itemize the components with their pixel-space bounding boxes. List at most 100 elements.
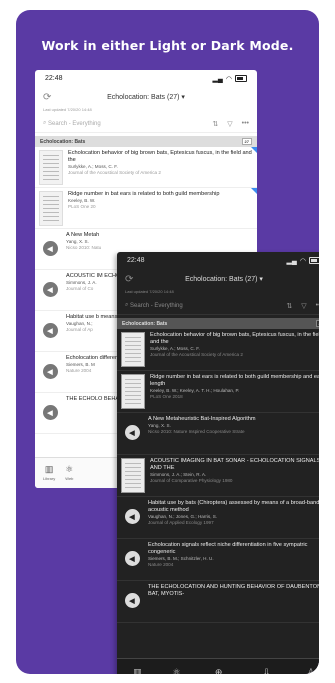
last-updated: Last updated 7/20/20 14:48 xyxy=(43,107,92,112)
item-text: Echolocation signals reflect niche diffe… xyxy=(148,542,319,577)
status-icons: ▂▄ ◠ xyxy=(213,75,247,83)
signal-icon: ▂▄ xyxy=(212,75,223,83)
pdf-icon: ◀ xyxy=(121,500,143,533)
pdf-icon: ◀ xyxy=(39,396,61,429)
item-title: Ridge number in bat ears is related to b… xyxy=(68,191,220,197)
nav-bar: ⟳ Echolocation: Bats (27) ▾ xyxy=(117,269,319,289)
item-title: Echolocation behavior of big brown bats,… xyxy=(150,332,319,345)
headline: Work in either Light or Dark Mode. xyxy=(41,38,294,53)
wifi-icon: ◠ xyxy=(225,75,232,83)
search-input[interactable]: Search - Everything xyxy=(130,303,183,309)
filter-icon[interactable]: ▽ xyxy=(301,302,306,310)
item-text: Echolocation behavior of big brown bats,… xyxy=(150,332,319,367)
collection-title[interactable]: Echolocation: Bats (27) ▾ xyxy=(35,93,257,101)
pdf-logo-icon: ◀ xyxy=(124,425,140,440)
toolbar: ⇅ ▽ ••• xyxy=(212,120,249,128)
more-icon[interactable]: ••• xyxy=(316,302,319,310)
search-input[interactable]: Search - Everything xyxy=(48,121,101,127)
item-text: ACOUSTIC IMAGING IN BAT SONAR - ECHOLOCA… xyxy=(150,458,319,493)
item-title: Echolocation signals reflect niche diffe… xyxy=(148,542,308,555)
item-text: Habitat use by bats (Chiroptera) assesse… xyxy=(148,500,319,535)
toolbar: ⇅ ▽ ••• xyxy=(286,302,319,310)
list-item[interactable]: ◀ THE ECHOLOCATION AND HUNTING BEHAVIOR O… xyxy=(117,581,319,623)
item-text: A New Metaheuristic Bat-Inspired Algorit… xyxy=(148,416,319,451)
tab-profile[interactable]: ♙Profile xyxy=(305,668,316,675)
tab-library[interactable]: ▥ Library xyxy=(43,458,55,488)
pdf-icon: ◀ xyxy=(39,232,61,265)
wifi-icon: ◠ xyxy=(299,257,306,265)
pdf-logo-icon: ◀ xyxy=(42,323,58,338)
tab-label: Library xyxy=(43,476,56,481)
unread-marker-icon xyxy=(251,147,257,153)
more-icon[interactable]: ••• xyxy=(242,120,249,128)
pdf-logo-icon: ◀ xyxy=(124,551,140,566)
item-journal: Nicso 2010: Nature Inspired Cooperative … xyxy=(148,429,245,434)
filter-icon[interactable]: ▽ xyxy=(227,120,232,128)
dark-mode-screen: 22:48 ▂▄ ◠ ⟳ Echolocation: Bats (27) ▾ L… xyxy=(117,252,319,674)
item-journal: Journal of the Acoustical Society of Ame… xyxy=(68,170,161,175)
item-journal: Journal of Comparative Physiology 1980 xyxy=(150,478,233,483)
list-item[interactable]: ◀ A New Metaheuristic Bat-Inspired Algori… xyxy=(117,413,319,455)
item-journal: Journal of Applied Ecology 1997 xyxy=(148,520,214,525)
unread-marker-icon xyxy=(251,188,257,194)
tab-library[interactable]: ▥Library xyxy=(131,668,143,675)
reference-icon: ⊕ xyxy=(214,667,223,675)
count-badge: 27 xyxy=(315,320,319,327)
item-title: Echolocation behavior of big brown bats,… xyxy=(68,150,252,163)
pdf-logo-icon: ◀ xyxy=(42,364,58,379)
item-journal: Nicso 2010: Natu xyxy=(66,245,102,250)
item-journal: PLoS One 20 xyxy=(68,204,96,209)
section-header: Echolocation: Bats 27 xyxy=(35,136,257,147)
pdf-icon: ◀ xyxy=(39,314,61,347)
downloads-icon: ⇩ xyxy=(262,667,271,675)
search-bar[interactable]: ⌕ Search - Everything ⇅ ▽ ••• xyxy=(35,115,257,133)
item-text: Ridge number in bat ears is related to b… xyxy=(150,374,319,409)
item-journal: Journal of the Acoustical Society of Ame… xyxy=(150,352,243,357)
item-title: A New Metaheuristic Bat-Inspired Algorit… xyxy=(148,416,256,422)
battery-icon xyxy=(235,75,247,82)
promo-card: Work in either Light or Dark Mode. 22:48… xyxy=(16,10,319,674)
status-time: 22:48 xyxy=(45,75,63,82)
sort-icon[interactable]: ⇅ xyxy=(212,120,218,128)
sort-icon[interactable]: ⇅ xyxy=(286,302,292,310)
pdf-icon: ◀ xyxy=(121,584,143,617)
list-item[interactable]: Ridge number in bat ears is related to b… xyxy=(35,188,257,229)
web-icon: ⚛ xyxy=(65,464,74,474)
item-title: Habitat use by bats (Chiroptera) assesse… xyxy=(148,500,319,513)
item-journal: Nature 2004 xyxy=(148,562,174,567)
list-item[interactable]: Echolocation behavior of big brown bats,… xyxy=(117,329,319,371)
nav-bar: ⟳ Echolocation: Bats (27) ▾ xyxy=(35,87,257,107)
item-text: THE ECHOLOCATION AND HUNTING BEHAVIOR OF… xyxy=(148,584,319,619)
pdf-logo-icon: ◀ xyxy=(42,282,58,297)
status-time: 22:48 xyxy=(127,257,145,264)
list-item[interactable]: ACOUSTIC IMAGING IN BAT SONAR - ECHOLOCA… xyxy=(117,455,319,497)
document-thumbnail xyxy=(121,332,145,367)
item-title: Ridge number in bat ears is related to b… xyxy=(150,374,319,387)
list-item[interactable]: ◀ Echolocation signals reflect niche diff… xyxy=(117,539,319,581)
pdf-icon: ◀ xyxy=(39,355,61,388)
item-journal: PLoS One 2018 xyxy=(150,394,183,399)
battery-icon xyxy=(309,257,319,264)
item-title: THE ECHOLOCATION AND HUNTING BEHAVIOR OF… xyxy=(148,584,319,597)
section-header: Echolocation: Bats 27 xyxy=(117,318,319,329)
tab-web[interactable]: ⚛Web xyxy=(172,667,181,675)
document-thumbnail xyxy=(121,458,145,493)
tab-reference[interactable]: ⊕Reference xyxy=(209,667,227,675)
list-item[interactable]: Echolocation behavior of big brown bats,… xyxy=(35,147,257,188)
pdf-logo-icon: ◀ xyxy=(124,593,140,608)
pdf-logo-icon: ◀ xyxy=(42,405,58,420)
tab-downloads[interactable]: ⇩Downloads xyxy=(257,667,277,675)
library-icon: ▥ xyxy=(44,464,54,474)
status-bar: 22:48 ▂▄ ◠ xyxy=(35,70,257,87)
search-bar[interactable]: ⌕ Search - Everything ⇅ ▽ ••• xyxy=(117,297,319,315)
document-thumbnail xyxy=(39,191,63,226)
collection-title[interactable]: Echolocation: Bats (27) ▾ xyxy=(117,275,319,283)
list-item[interactable]: ◀ Habitat use by bats (Chiroptera) assess… xyxy=(117,497,319,539)
signal-icon: ▂▄ xyxy=(286,257,297,265)
pdf-logo-icon: ◀ xyxy=(42,241,58,256)
web-icon: ⚛ xyxy=(172,667,181,675)
list-item[interactable]: Ridge number in bat ears is related to b… xyxy=(117,371,319,413)
item-list: Echolocation behavior of big brown bats,… xyxy=(117,329,319,623)
item-text: Ridge number in bat ears is related to b… xyxy=(68,191,253,225)
tab-web[interactable]: ⚛Web xyxy=(65,458,73,488)
